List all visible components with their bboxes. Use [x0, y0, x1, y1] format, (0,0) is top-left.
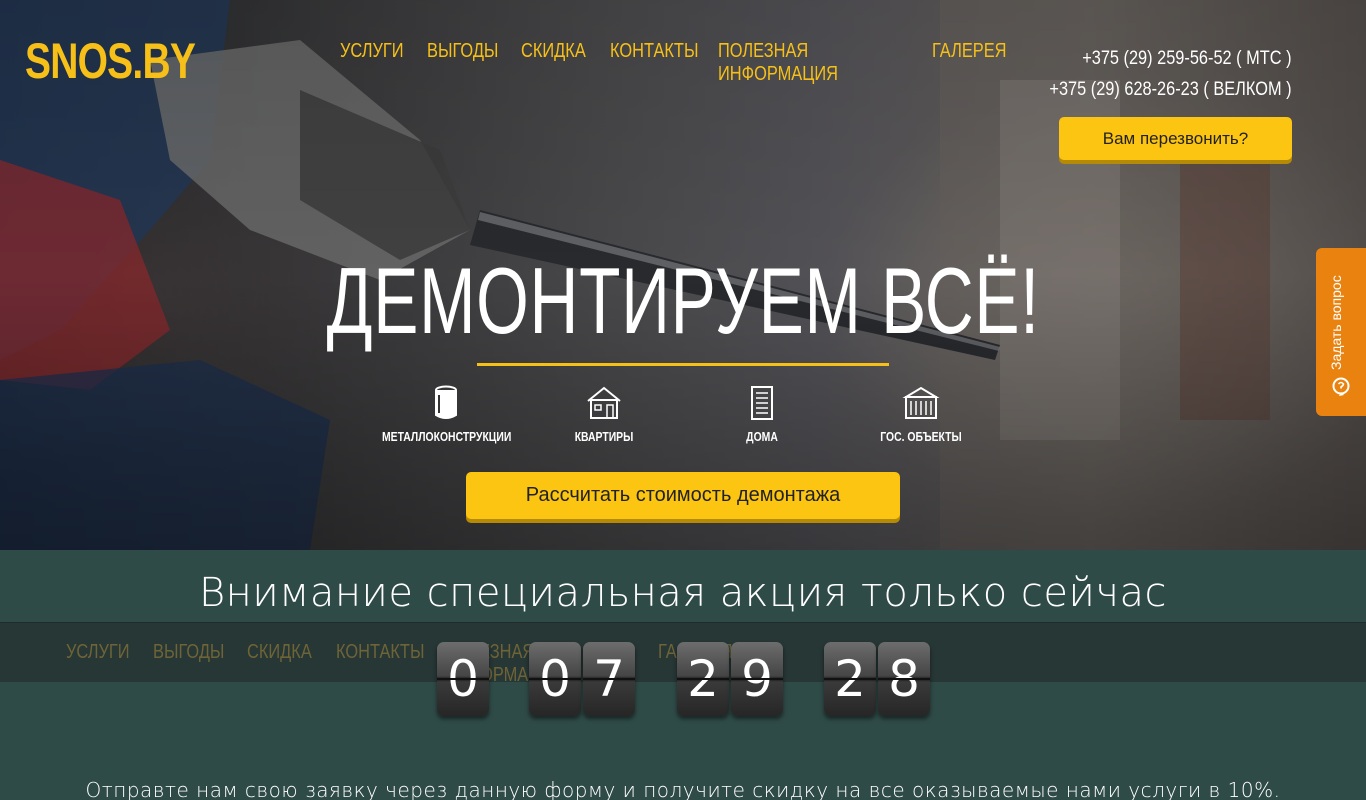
category-label: МЕТАЛЛОКОНСТРУКЦИИ [382, 429, 512, 444]
question-bubble-icon [1332, 377, 1350, 396]
timer-digit: 8 [878, 642, 930, 716]
sticky-nav-item-services[interactable]: УСЛУГИ [66, 641, 137, 687]
phone-mts[interactable]: +375 (29) 259-56-52 ( МТС ) [1050, 43, 1292, 74]
building-icon [751, 386, 773, 420]
category-label: ГОС. ОБЪЕКТЫ [880, 429, 962, 444]
category-label: ДОМА [746, 429, 778, 444]
house-icon [587, 386, 621, 419]
category-houses[interactable]: ДОМА [682, 385, 842, 444]
timer-digit: 7 [583, 642, 635, 716]
timer-digit: 9 [731, 642, 783, 716]
phone-list: +375 (29) 259-56-52 ( МТС ) +375 (29) 62… [1010, 43, 1292, 105]
ask-question-tab[interactable]: Задать вопрос [1316, 248, 1366, 416]
ask-question-label: Задать вопрос [1328, 275, 1344, 370]
hero-divider [477, 363, 889, 366]
promo-title: Внимание специальная акция только сейчас [198, 570, 1168, 616]
category-metal-structures[interactable]: МЕТАЛЛОКОНСТРУКЦИИ [366, 385, 526, 444]
main-nav: УСЛУГИ ВЫГОДЫ СКИДКА КОНТАКТЫ ПОЛЕЗНАЯ И… [340, 40, 1012, 86]
calculate-cost-button[interactable]: Рассчитать стоимость демонтажа [466, 472, 900, 519]
nav-item-contacts[interactable]: КОНТАКТЫ [610, 40, 699, 86]
nav-item-useful-info[interactable]: ПОЛЕЗНАЯ ИНФОРМАЦИЯ [718, 40, 893, 86]
nav-item-services[interactable]: УСЛУГИ [340, 40, 411, 86]
promo-note: Отправте нам свою заявку через данную фо… [85, 778, 1281, 800]
hero-title-text: ДЕМОНТИРУЕМ ВСЁ! [326, 248, 1040, 353]
timer-digit: 0 [437, 642, 489, 716]
sticky-nav-item-benefits[interactable]: ВЫГОДЫ [153, 641, 230, 687]
hero-title: ДЕМОНТИРУЕМ ВСЁ! [0, 247, 1366, 355]
category-gov-objects[interactable]: ГОС. ОБЪЕКТЫ [841, 385, 1001, 444]
timer-digit: 0 [529, 642, 581, 716]
site-logo[interactable]: SNOS.BY [25, 32, 196, 90]
category-apartments[interactable]: КВАРТИРЫ [524, 385, 684, 444]
phone-velcom[interactable]: +375 (29) 628-26-23 ( ВЕЛКОМ ) [1050, 74, 1292, 105]
nav-item-gallery[interactable]: ГАЛЕРЕЯ [932, 40, 1007, 86]
nav-item-discount[interactable]: СКИДКА [521, 40, 594, 86]
promo-section: Внимание специальная акция только сейчас… [0, 550, 1366, 800]
nav-item-benefits[interactable]: ВЫГОДЫ [427, 40, 504, 86]
category-label: КВАРТИРЫ [574, 429, 634, 444]
sticky-nav-item-contacts[interactable]: КОНТАКТЫ [336, 641, 425, 687]
government-building-icon [902, 386, 940, 419]
barrel-icon [435, 385, 457, 419]
timer-digit: 2 [824, 642, 876, 716]
hero-section: SNOS.BY УСЛУГИ ВЫГОДЫ СКИДКА КОНТАКТЫ ПО… [0, 0, 1366, 550]
timer-digit: 2 [677, 642, 729, 716]
sticky-nav-item-discount[interactable]: СКИДКА [247, 641, 320, 687]
callback-button[interactable]: Вам перезвонить? [1059, 117, 1292, 160]
